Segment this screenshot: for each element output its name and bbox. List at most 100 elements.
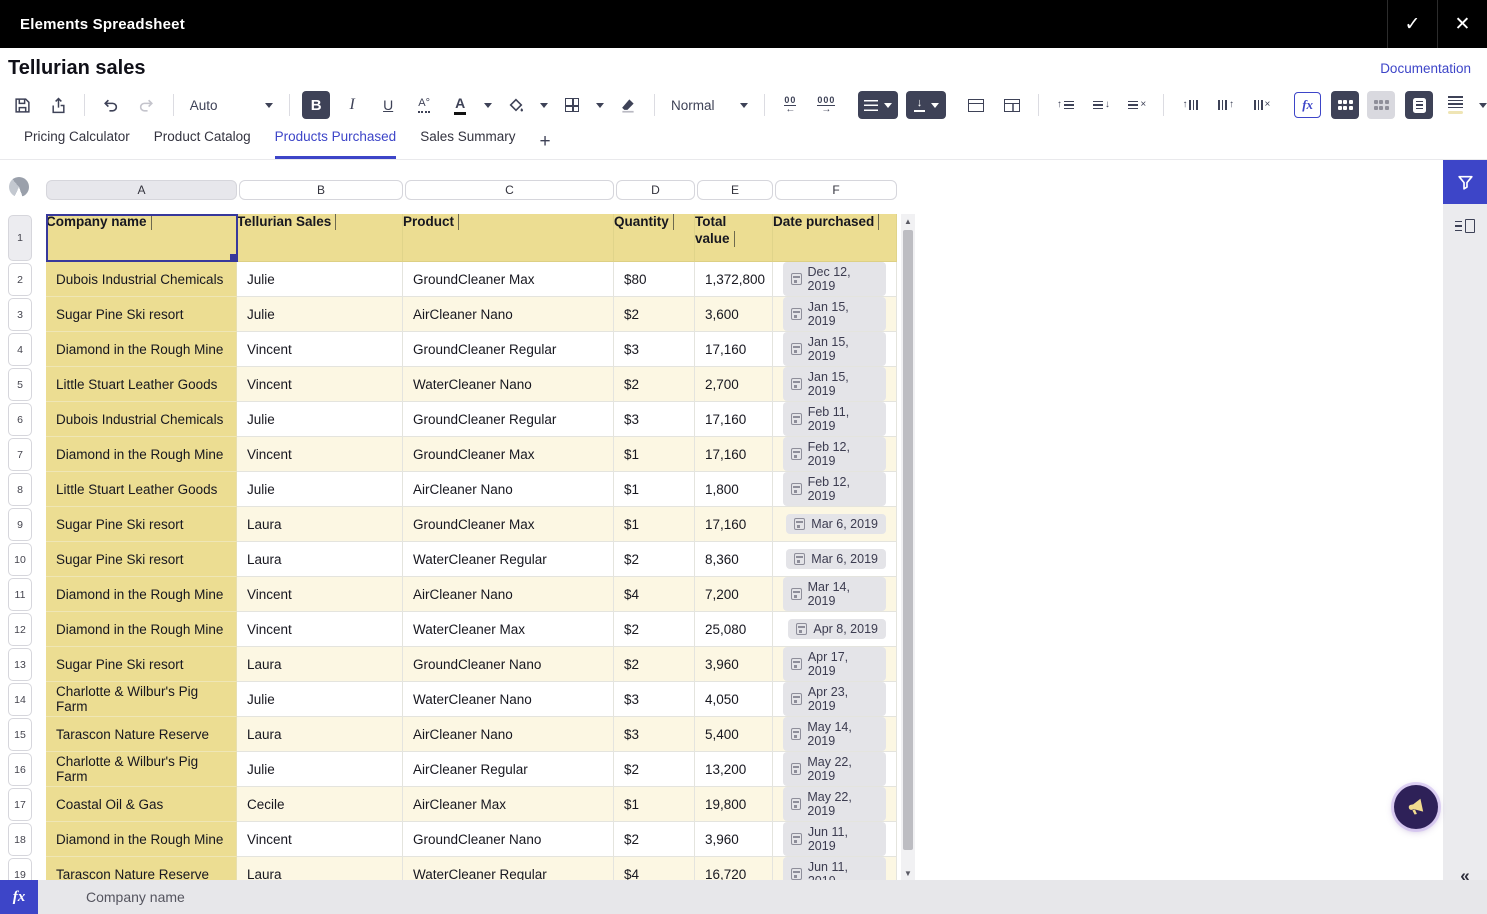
cell-total[interactable]: 3,600 [695, 297, 773, 332]
close-button[interactable]: ✕ [1437, 0, 1487, 48]
cell-quantity[interactable]: $3 [614, 402, 695, 437]
cell-product[interactable]: GroundCleaner Regular [403, 332, 614, 367]
date-badge[interactable]: Jan 15, 2019 [783, 367, 886, 401]
cell-company[interactable]: Coastal Oil & Gas [46, 787, 237, 822]
column-letter-B[interactable]: B [239, 180, 403, 200]
cell-total[interactable]: 19,800 [695, 787, 773, 822]
cell-date[interactable]: Jun 11, 2019 [773, 822, 897, 857]
cell-product[interactable]: WaterCleaner Nano [403, 682, 614, 717]
documentation-link[interactable]: Documentation [1380, 61, 1471, 76]
cell-product[interactable]: WaterCleaner Regular [403, 857, 614, 880]
cell-product[interactable]: AirCleaner Nano [403, 472, 614, 507]
cell-product[interactable]: GroundCleaner Nano [403, 822, 614, 857]
cell-format-select[interactable]: Normal [663, 98, 756, 113]
cell-rep[interactable]: Laura [237, 507, 403, 542]
cell-rep[interactable]: Julie [237, 752, 403, 787]
column-header-quantity[interactable]: Quantity [614, 214, 695, 262]
column-letter-E[interactable]: E [697, 180, 773, 200]
row-number-2[interactable]: 2 [8, 263, 32, 296]
cell-quantity[interactable]: $80 [614, 262, 695, 297]
cell-date[interactable]: Apr 8, 2019 [773, 612, 897, 647]
cell-date[interactable]: Jan 15, 2019 [773, 332, 897, 367]
cell-rep[interactable]: Vincent [237, 332, 403, 367]
cell-company[interactable]: Sugar Pine Ski resort [46, 297, 237, 332]
cell-rep[interactable]: Julie [237, 297, 403, 332]
cell-total[interactable]: 1,372,800 [695, 262, 773, 297]
cell-rep[interactable]: Vincent [237, 612, 403, 647]
date-badge[interactable]: May 14, 2019 [783, 717, 886, 751]
cell-quantity[interactable]: $2 [614, 297, 695, 332]
cell-company[interactable]: Diamond in the Rough Mine [46, 577, 237, 612]
cell-total[interactable]: 17,160 [695, 402, 773, 437]
cell-company[interactable]: Little Stuart Leather Goods [46, 367, 237, 402]
export-button[interactable] [44, 91, 72, 119]
cell-company[interactable]: Diamond in the Rough Mine [46, 822, 237, 857]
row-number-19[interactable]: 19 [8, 858, 32, 880]
date-badge[interactable]: Apr 23, 2019 [783, 682, 886, 716]
fill-color-caret[interactable] [540, 103, 548, 108]
row-number-18[interactable]: 18 [8, 823, 32, 856]
cell-rep[interactable]: Julie [237, 682, 403, 717]
row-number-14[interactable]: 14 [8, 683, 32, 716]
date-badge[interactable]: May 22, 2019 [783, 752, 886, 786]
underline-button[interactable]: U [374, 91, 402, 119]
cell-product[interactable]: AirCleaner Nano [403, 717, 614, 752]
cell-rep[interactable]: Julie [237, 402, 403, 437]
cell-quantity[interactable]: $2 [614, 822, 695, 857]
cell-product[interactable]: GroundCleaner Max [403, 507, 614, 542]
cell-total[interactable]: 3,960 [695, 647, 773, 682]
cell-quantity[interactable]: $2 [614, 367, 695, 402]
cell-product[interactable]: AirCleaner Regular [403, 752, 614, 787]
cell-date[interactable]: Mar 6, 2019 [773, 507, 897, 542]
cell-company[interactable]: Charlotte & Wilbur's Pig Farm [46, 752, 237, 787]
cell-product[interactable]: GroundCleaner Regular [403, 402, 614, 437]
cell-quantity[interactable]: $3 [614, 682, 695, 717]
cell-rep[interactable]: Julie [237, 262, 403, 297]
fill-color-button[interactable] [502, 91, 530, 119]
horizontal-align-button[interactable] [858, 91, 898, 119]
date-badge[interactable]: May 22, 2019 [783, 787, 886, 821]
vertical-scrollbar[interactable]: ▲ ▼ [901, 214, 915, 880]
column-header-total[interactable]: Total value [695, 214, 773, 262]
cell-company[interactable]: Diamond in the Rough Mine [46, 437, 237, 472]
column-header-product[interactable]: Product [403, 214, 614, 262]
date-badge[interactable]: Jun 11, 2019 [783, 857, 886, 880]
borders-button[interactable] [558, 91, 586, 119]
cell-rep[interactable]: Julie [237, 472, 403, 507]
cell-quantity[interactable]: $4 [614, 857, 695, 880]
announcements-button[interactable] [1394, 785, 1438, 829]
vertical-align-button[interactable]: ↓ [906, 91, 946, 119]
scroll-down-icon[interactable]: ▼ [901, 866, 915, 880]
date-badge[interactable]: Feb 12, 2019 [783, 472, 886, 506]
cell-total[interactable]: 3,960 [695, 822, 773, 857]
date-badge[interactable]: Feb 12, 2019 [783, 437, 886, 471]
cell-product[interactable]: AirCleaner Max [403, 787, 614, 822]
cell-date[interactable]: Apr 23, 2019 [773, 682, 897, 717]
date-badge[interactable]: Jan 15, 2019 [783, 332, 886, 366]
cell-rep[interactable]: Cecile [237, 787, 403, 822]
cell-total[interactable]: 17,160 [695, 437, 773, 472]
cell-company[interactable]: Tarascon Nature Reserve [46, 717, 237, 752]
cell-date[interactable]: Jun 11, 2019 [773, 857, 897, 880]
column-letter-A[interactable]: A [46, 180, 237, 200]
cells-view-button[interactable] [1331, 91, 1359, 119]
cell-date[interactable]: Feb 11, 2019 [773, 402, 897, 437]
insert-column-left-button[interactable]: ↑ [1176, 91, 1204, 119]
cell-company[interactable]: Dubois Industrial Chemicals [46, 402, 237, 437]
cell-total[interactable]: 8,360 [695, 542, 773, 577]
row-number-8[interactable]: 8 [8, 473, 32, 506]
row-number-1[interactable]: 1 [8, 215, 32, 261]
date-badge[interactable]: Mar 6, 2019 [786, 514, 886, 534]
row-number-12[interactable]: 12 [8, 613, 32, 646]
column-letter-F[interactable]: F [775, 180, 897, 200]
cell-company[interactable]: Charlotte & Wilbur's Pig Farm [46, 682, 237, 717]
cell-product[interactable]: GroundCleaner Max [403, 437, 614, 472]
function-button[interactable]: fx [1294, 92, 1321, 118]
cell-total[interactable]: 4,050 [695, 682, 773, 717]
cell-total[interactable]: 17,160 [695, 507, 773, 542]
column-header-date[interactable]: Date purchased [773, 214, 897, 262]
cell-date[interactable]: Feb 12, 2019 [773, 472, 897, 507]
row-number-13[interactable]: 13 [8, 648, 32, 681]
formula-fx-button[interactable]: fx [0, 880, 38, 914]
row-number-5[interactable]: 5 [8, 368, 32, 401]
